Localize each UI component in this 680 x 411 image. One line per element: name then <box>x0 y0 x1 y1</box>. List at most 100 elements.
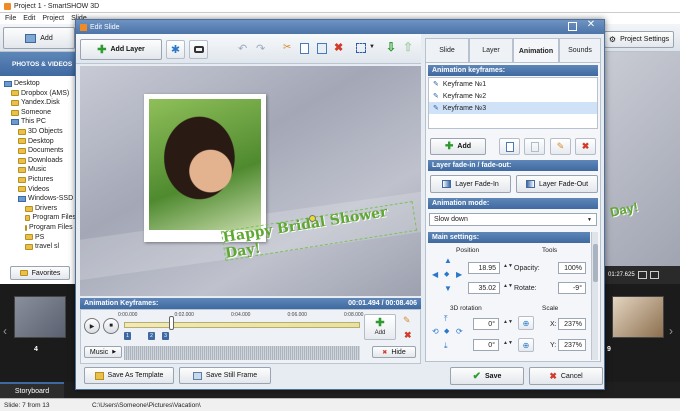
save-button[interactable]: ✔ Save <box>450 367 524 385</box>
tab-sounds[interactable]: Sounds <box>559 38 601 62</box>
scrollbar-thumb[interactable] <box>593 244 598 282</box>
tree-item[interactable]: Yandex.Disk <box>0 98 76 108</box>
timeline-playhead[interactable] <box>169 316 175 330</box>
rotate3d-left-icon[interactable]: ⟲ <box>432 327 439 336</box>
add-layer-button[interactable]: ✚ Add Layer <box>80 39 162 60</box>
move-left-arrow-icon[interactable]: ◀ <box>432 270 438 279</box>
storyboard-prev-arrow-icon[interactable]: ‹ <box>3 324 7 338</box>
tree-item[interactable]: Downloads <box>0 156 76 166</box>
storyboard-thumb-left[interactable] <box>14 296 66 338</box>
cancel-button[interactable]: ✖ Cancel <box>529 367 603 385</box>
copy-icon[interactable] <box>300 43 309 54</box>
kf-delete-button[interactable]: ✖ <box>575 138 596 155</box>
scale-x-field[interactable]: 237% <box>558 318 586 330</box>
pos-y-spin-icon[interactable]: ▲▼ <box>503 283 513 289</box>
keyframe-item[interactable]: ✎ Keyframe №1 <box>429 78 597 90</box>
dialog-close-button[interactable]: ✕ <box>584 19 598 33</box>
pos-x-spin-icon[interactable]: ▲▼ <box>503 263 513 269</box>
position-center-icon[interactable]: ◆ <box>444 270 449 278</box>
tree-item[interactable]: Music <box>0 165 76 175</box>
hide-button[interactable]: ✖ Hide <box>372 346 416 358</box>
storyboard-next-arrow-icon[interactable]: › <box>669 324 673 338</box>
tree-item[interactable]: PS <box>0 233 76 243</box>
paste-icon[interactable] <box>317 43 327 54</box>
rot-a-spin-icon[interactable]: ▲▼ <box>503 319 513 325</box>
tree-item[interactable]: Program Files <box>0 213 76 223</box>
main-add-button[interactable]: Add <box>3 27 75 49</box>
keyframe-marker[interactable]: 3 <box>162 332 169 340</box>
camera-icon[interactable] <box>637 271 647 279</box>
menu-file[interactable]: File <box>5 15 16 22</box>
rotation3d-a-field[interactable]: 0° <box>473 318 499 330</box>
rotate3d-center-icon[interactable]: ◆ <box>444 327 449 335</box>
tree-item[interactable]: Desktop <box>0 137 76 147</box>
arrange-dropdown-icon[interactable]: ▼ <box>369 44 375 50</box>
position-y-field[interactable]: 35.02 <box>468 282 500 294</box>
position-x-field[interactable]: 18.95 <box>468 262 500 274</box>
timeline-track[interactable] <box>124 322 360 328</box>
tree-item[interactable]: Videos <box>0 185 76 195</box>
tree-item[interactable]: Someone <box>0 108 76 118</box>
scale-y-zoom-button[interactable]: ⊕ <box>518 338 534 352</box>
tab-slide[interactable]: Slide <box>425 38 469 62</box>
fullscreen-icon[interactable] <box>649 271 659 279</box>
save-still-frame-button[interactable]: Save Still Frame <box>179 367 271 384</box>
timeline-delete-icon[interactable]: ✖ <box>404 330 412 341</box>
tree-item[interactable]: Pictures <box>0 175 76 185</box>
rot-b-spin-icon[interactable]: ▲▼ <box>503 340 513 346</box>
tree-item[interactable]: travel sl <box>0 242 76 252</box>
project-settings-button[interactable]: ⚙ Project Settings <box>604 31 674 48</box>
layer-fade-in-button[interactable]: Layer Fade-In <box>430 175 511 193</box>
rotation3d-b-field[interactable]: 0° <box>473 339 499 351</box>
tree-item[interactable]: Dropbox (AMS) <box>0 89 76 99</box>
slide-preview[interactable]: Happy Bridal Shower Day! <box>80 66 421 296</box>
undo-button[interactable]: ↶ <box>238 42 252 56</box>
music-button[interactable]: Music ▶ <box>84 346 122 358</box>
favorites-button[interactable]: Favorites <box>10 266 70 280</box>
stop-button[interactable]: ■ <box>103 318 119 334</box>
photo-layer[interactable] <box>144 94 266 242</box>
timeline-add-button[interactable]: ✚ Add <box>364 314 396 340</box>
tree-item[interactable]: This PC <box>0 117 76 127</box>
scale-y-field[interactable]: 237% <box>558 339 586 351</box>
opacity-field[interactable]: 100% <box>558 262 586 274</box>
dialog-maximize-button[interactable] <box>568 22 577 31</box>
move-up-icon[interactable]: ⇧ <box>403 40 413 54</box>
folder-tree[interactable]: Desktop Dropbox (AMS) Yandex.Disk Someone Th… <box>0 76 76 252</box>
cut-icon[interactable]: ✂ <box>283 42 291 53</box>
move-right-arrow-icon[interactable]: ▶ <box>456 270 462 279</box>
rotate3d-down-icon[interactable]: ⤓ <box>444 341 448 351</box>
rotate3d-up-icon[interactable]: ⤒ <box>444 314 448 324</box>
settings-scrollbar[interactable] <box>591 232 598 360</box>
timeline-edit-icon[interactable]: ✎ <box>403 315 411 326</box>
tree-item[interactable]: Desktop <box>0 79 76 89</box>
tree-item[interactable]: Windows-SSD <box>0 194 76 204</box>
scale-x-zoom-button[interactable]: ⊕ <box>518 316 534 330</box>
arrange-icon[interactable] <box>356 43 366 53</box>
tree-item[interactable]: 3D Objects <box>0 127 76 137</box>
rotate-handle-icon[interactable] <box>309 215 316 222</box>
keyframe-add-button[interactable]: ✚ Add <box>430 138 486 155</box>
animation-mode-select[interactable]: Slow down ▼ <box>429 213 597 226</box>
keyframe-marker[interactable]: 1 <box>124 332 131 340</box>
kf-brush-button[interactable]: ✎ <box>550 138 571 155</box>
move-down-icon[interactable]: ⇩ <box>386 40 396 54</box>
save-as-template-button[interactable]: Save As Template <box>84 367 174 384</box>
tree-item[interactable]: Program Files (x86) <box>0 223 76 233</box>
rotate-field[interactable]: -9° <box>558 282 586 294</box>
play-button[interactable]: ▶ <box>84 318 100 334</box>
keyframe-marker[interactable]: 2 <box>148 332 155 340</box>
keyframe-list[interactable]: ✎ Keyframe №1 ✎ Keyframe №2 ✎ Keyframe №3 <box>428 77 598 129</box>
layers-button[interactable] <box>189 40 208 59</box>
layer-fade-out-button[interactable]: Layer Fade-Out <box>516 175 598 193</box>
kf-paste-button[interactable] <box>524 138 545 155</box>
kf-copy-button[interactable] <box>499 138 520 155</box>
menu-edit[interactable]: Edit <box>23 15 35 22</box>
move-up-arrow-icon[interactable]: ▲ <box>444 256 452 265</box>
rotate3d-right-icon[interactable]: ⟳ <box>456 327 463 336</box>
menu-project[interactable]: Project <box>42 15 64 22</box>
tab-layer[interactable]: Layer <box>469 38 513 62</box>
delete-icon[interactable]: ✖ <box>334 41 343 54</box>
redo-button[interactable]: ↷ <box>256 42 270 56</box>
tree-item[interactable]: Drivers <box>0 204 76 214</box>
